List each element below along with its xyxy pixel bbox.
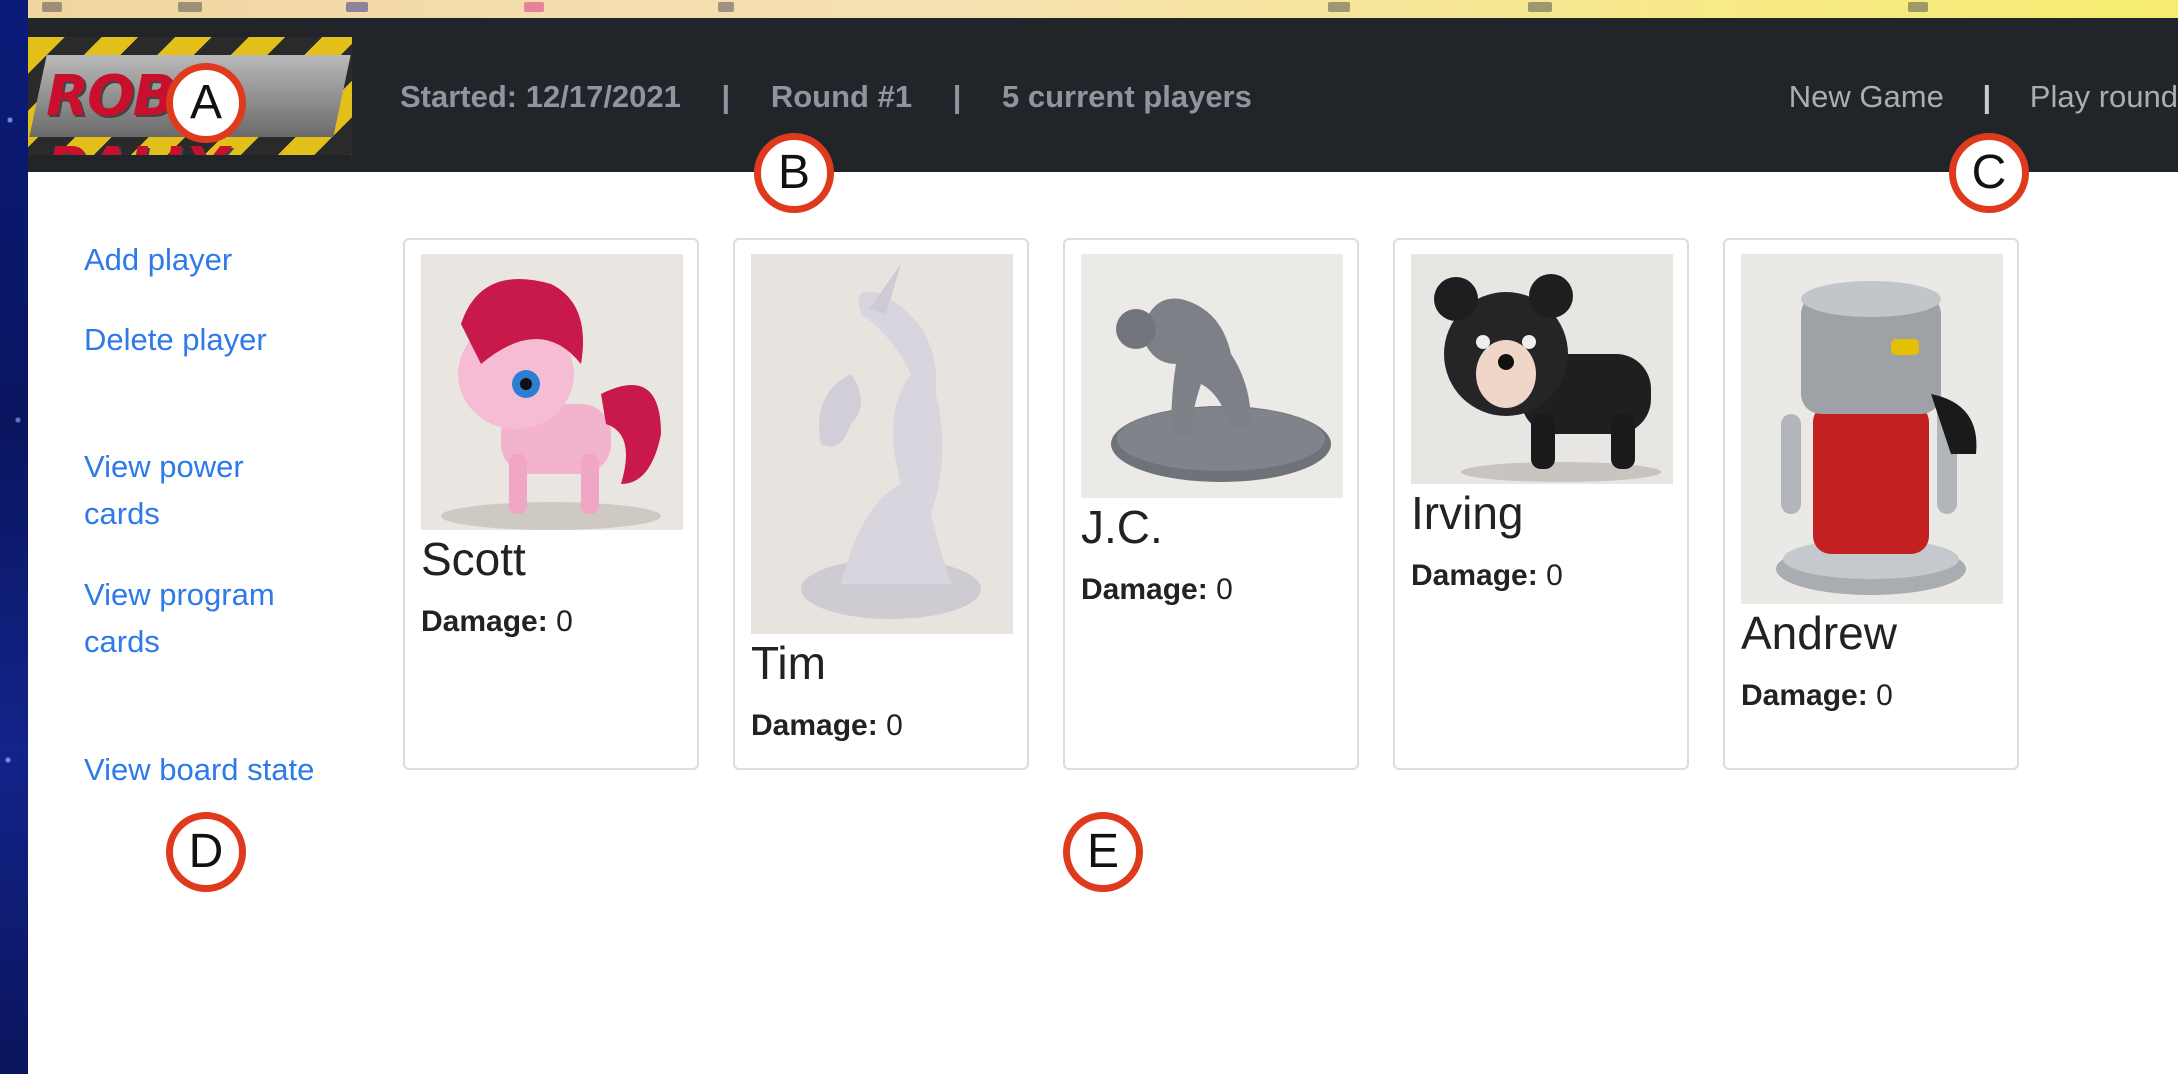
player-name: Tim: [751, 637, 826, 689]
player-name: Andrew: [1741, 607, 1897, 659]
player-damage: Damage: 0: [1081, 572, 1233, 608]
view-board-state-link[interactable]: View board state: [84, 746, 344, 793]
damage-label: Damage:: [1081, 573, 1208, 606]
player-photo: [421, 254, 683, 530]
robot-figure-image: [1741, 254, 2003, 604]
damage-value: 0: [1876, 679, 1893, 712]
pony-figure-image: [421, 254, 683, 530]
player-photo: [1081, 254, 1343, 498]
damage-label: Damage:: [421, 605, 548, 638]
annotation-marker-b: B: [754, 133, 834, 213]
player-damage: Damage: 0: [1411, 558, 1563, 594]
player-name: Irving: [1411, 487, 1524, 539]
player-damage: Damage: 0: [1741, 678, 1893, 714]
desktop-background: [0, 0, 28, 1074]
browser-bookmarks-bar: [28, 0, 2178, 18]
player-damage: Damage: 0: [421, 604, 573, 640]
bear-figure-image: [1411, 254, 1673, 484]
player-photo: [751, 254, 1013, 634]
player-count: 5 current players: [1002, 79, 1252, 114]
new-game-link[interactable]: New Game: [1789, 79, 1944, 114]
player-card[interactable]: Scott Damage: 0: [403, 238, 699, 770]
nav-separator: |: [721, 79, 731, 114]
player-name: J.C.: [1081, 501, 1163, 553]
player-damage: Damage: 0: [751, 708, 903, 744]
nav-separator: |: [1982, 79, 1992, 114]
player-photo: [1741, 254, 2003, 604]
crouching-figure-image: [1081, 254, 1343, 498]
annotation-marker-e: E: [1063, 812, 1143, 892]
damage-label: Damage:: [1411, 559, 1538, 592]
annotation-marker-a: A: [166, 63, 246, 143]
view-program-cards-link[interactable]: View program cards: [84, 571, 294, 665]
damage-value: 0: [1216, 573, 1233, 606]
damage-value: 0: [1546, 559, 1563, 592]
play-round-link[interactable]: Play round: [2030, 79, 2178, 114]
player-photo: [1411, 254, 1673, 484]
add-player-link[interactable]: Add player: [84, 236, 344, 283]
damage-value: 0: [886, 709, 903, 742]
nav-separator: |: [952, 79, 962, 114]
view-power-cards-link[interactable]: View power cards: [84, 443, 284, 537]
nav-actions: New Game | Play round: [1789, 77, 2178, 117]
game-status: Started: 12/17/2021 | Round #1 | 5 curre…: [400, 77, 1252, 117]
round-number: Round #1: [770, 79, 913, 114]
damage-label: Damage:: [1741, 679, 1868, 712]
delete-player-link[interactable]: Delete player: [84, 316, 344, 363]
annotation-marker-c: C: [1949, 133, 2029, 213]
player-name: Scott: [421, 533, 526, 585]
started-date: Started: 12/17/2021: [400, 79, 681, 114]
app-page: ROBO RALLY Started: 12/17/2021 | Round #…: [28, 18, 2178, 1074]
player-card[interactable]: Andrew Damage: 0: [1723, 238, 2019, 770]
unicorn-figure-image: [751, 254, 1013, 634]
player-card[interactable]: Tim Damage: 0: [733, 238, 1029, 770]
player-card[interactable]: Irving Damage: 0: [1393, 238, 1689, 770]
annotation-marker-d: D: [166, 812, 246, 892]
player-card[interactable]: J.C. Damage: 0: [1063, 238, 1359, 770]
damage-label: Damage:: [751, 709, 878, 742]
top-navbar: ROBO RALLY Started: 12/17/2021 | Round #…: [28, 18, 2178, 172]
damage-value: 0: [556, 605, 573, 638]
